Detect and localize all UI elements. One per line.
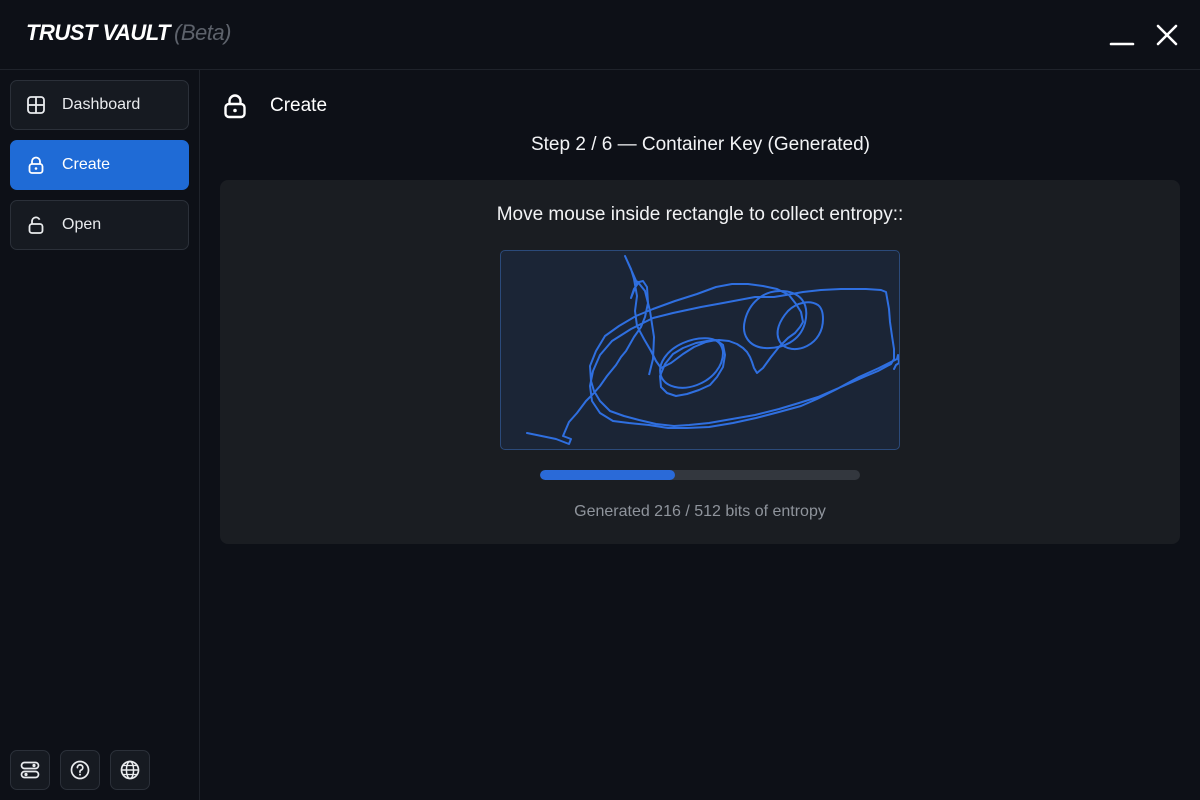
app-title: TRUST VAULT (Beta): [26, 20, 231, 46]
help-button[interactable]: [60, 750, 100, 790]
sidebar-item-label: Dashboard: [62, 96, 141, 113]
unlock-icon: [26, 215, 46, 235]
settings-sliders-icon: [20, 761, 40, 779]
help-icon: [70, 760, 90, 780]
sidebar-item-open[interactable]: Open: [10, 200, 189, 250]
minimize-icon: [1109, 42, 1135, 46]
sidebar: Dashboard Create Open: [0, 70, 200, 800]
entropy-instruction: Move mouse inside rectangle to collect e…: [496, 204, 904, 225]
entropy-progress-bar: [540, 470, 860, 480]
sidebar-item-label: Create: [62, 156, 111, 173]
page-header: Create: [221, 92, 327, 120]
page-title: Create: [270, 95, 328, 116]
app-title-text: TRUST VAULT: [26, 20, 171, 45]
title-bar: TRUST VAULT (Beta): [0, 0, 1200, 70]
entropy-collection-area[interactable]: [500, 250, 900, 450]
settings-button[interactable]: [10, 750, 50, 790]
beta-badge: (Beta): [174, 20, 231, 45]
sidebar-item-create[interactable]: Create: [10, 140, 189, 190]
globe-icon: [120, 760, 140, 780]
entropy-progress-fill: [540, 470, 676, 480]
close-icon: [1156, 24, 1178, 46]
sidebar-item-dashboard[interactable]: Dashboard: [10, 80, 189, 130]
lock-icon: [26, 155, 46, 175]
sidebar-item-label: Open: [62, 216, 102, 233]
minimize-button[interactable]: [1105, 18, 1139, 52]
close-button[interactable]: [1150, 18, 1184, 52]
main-content: Create Step 2 / 6 — Container Key (Gener…: [201, 70, 1200, 800]
lock-icon: [221, 92, 249, 120]
entropy-card: Move mouse inside rectangle to collect e…: [220, 180, 1180, 544]
grid-icon: [26, 95, 46, 115]
language-button[interactable]: [110, 750, 150, 790]
mouse-trace: [526, 255, 899, 445]
entropy-status: Generated 216 / 512 bits of entropy: [574, 503, 826, 520]
step-title: Step 2 / 6 — Container Key (Generated): [530, 134, 870, 155]
